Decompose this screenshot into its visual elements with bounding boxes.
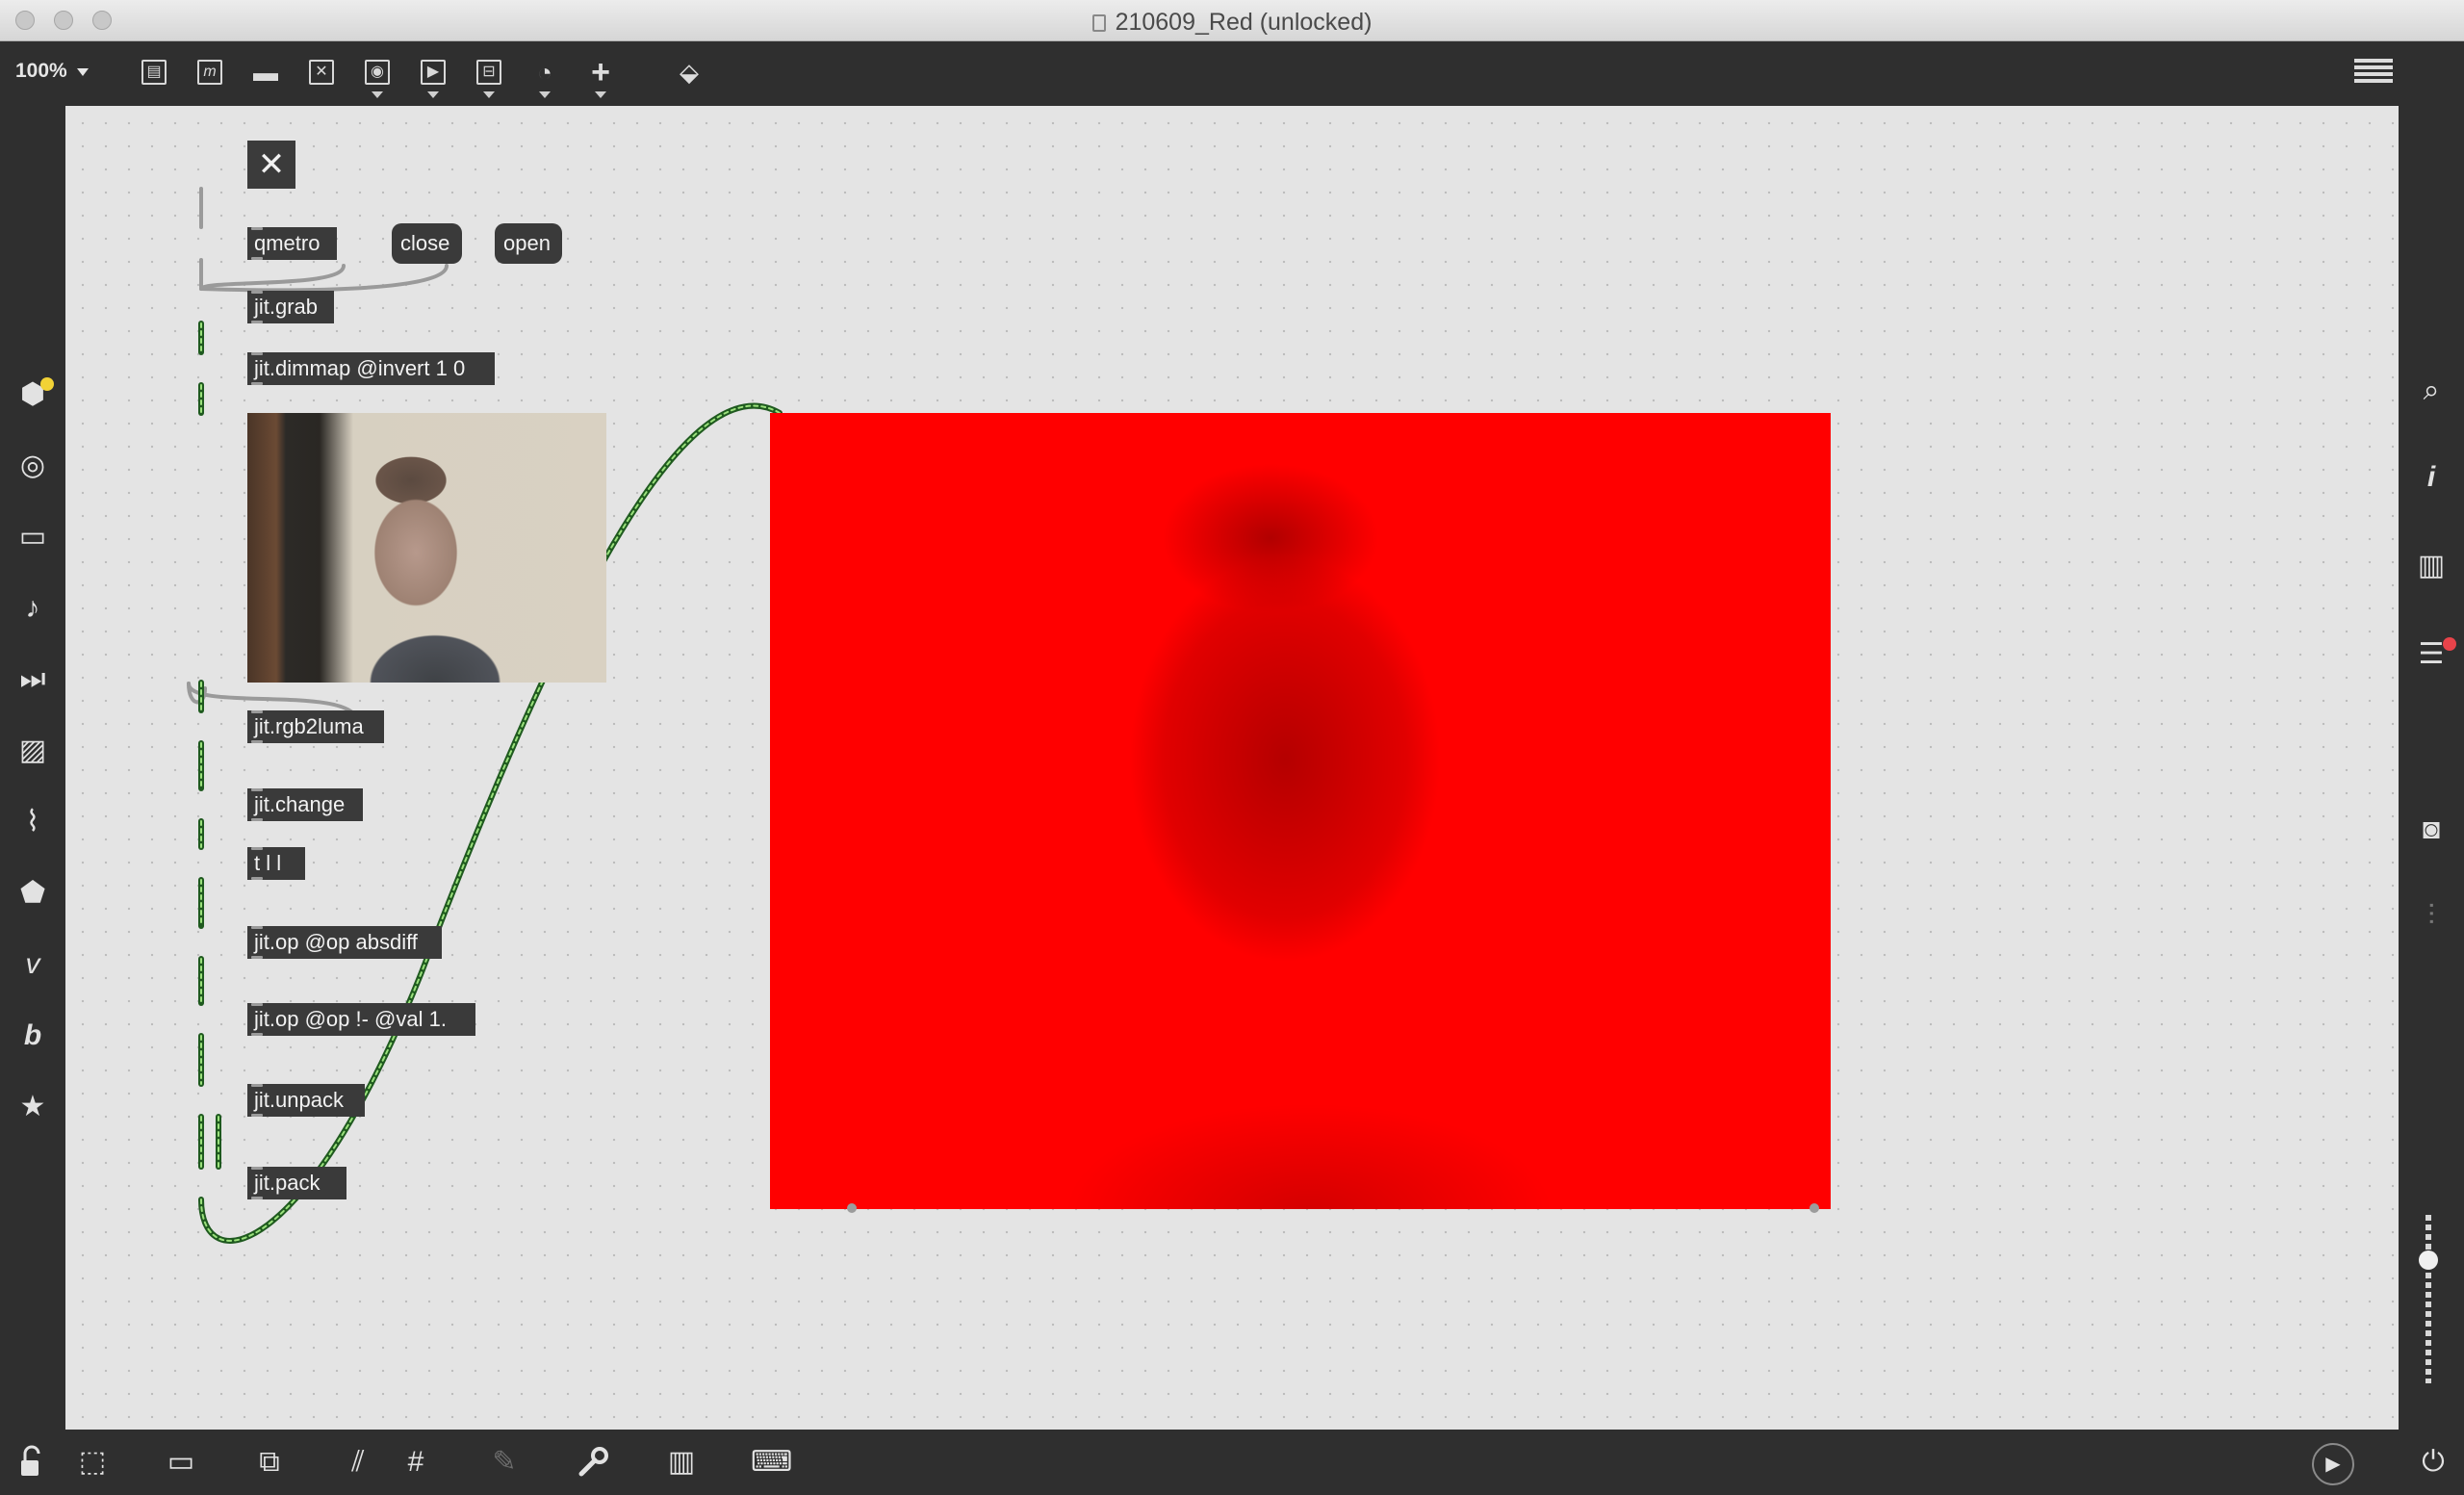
paint-bucket-icon[interactable]: ⬙ xyxy=(672,55,706,90)
dial-icon[interactable]: ◔ xyxy=(527,55,562,90)
power-icon[interactable]: ⏻ xyxy=(2414,1443,2452,1482)
bold-b-icon[interactable]: b xyxy=(13,1017,52,1055)
camera-icon[interactable]: ◙ xyxy=(2412,811,2451,849)
bottom-toolbar: ⬚ ▭ ⧉ ⫽ # ✎ ▥ ⌨ ▶ ⏻ xyxy=(0,1430,2464,1495)
jit-unpack-object[interactable]: jit.unpack xyxy=(247,1084,365,1117)
layers-icon[interactable]: ⧉ xyxy=(250,1443,289,1482)
resize-handle[interactable] xyxy=(1810,1203,1819,1213)
left-sidebar: ⬢ ◎ ▭ ♪ ⏭ ▨ ⌇ ⬟ v b ★ xyxy=(0,106,65,1430)
dial-caret-icon[interactable] xyxy=(539,91,551,98)
image-icon[interactable]: ▨ xyxy=(13,732,52,770)
toggle-caret-icon[interactable] xyxy=(372,91,383,98)
step-forward-icon[interactable]: ⏭ xyxy=(13,660,52,699)
volume-slider[interactable] xyxy=(2416,1215,2441,1383)
document-icon xyxy=(1091,14,1106,32)
add-icon[interactable]: + xyxy=(583,55,618,90)
number-icon[interactable]: ▶ xyxy=(416,55,450,90)
add-caret-icon[interactable] xyxy=(595,91,606,98)
split-view-icon[interactable]: ▥ xyxy=(2412,547,2451,585)
wrench-icon[interactable] xyxy=(574,1443,612,1482)
zoom-caret-icon[interactable] xyxy=(77,68,89,76)
media-icon[interactable]: ▭ xyxy=(13,518,52,556)
presentation-icon[interactable]: ▭ xyxy=(162,1443,200,1482)
vimeo-icon[interactable]: v xyxy=(13,945,52,984)
webcam-preview xyxy=(247,413,606,683)
target-icon[interactable]: ◎ xyxy=(13,447,52,485)
comment-icon[interactable]: ▬ xyxy=(248,55,283,90)
zoom-level[interactable]: 100% xyxy=(15,60,67,83)
jit-change-object[interactable]: jit.change xyxy=(247,788,363,821)
piano-icon[interactable]: ▥ xyxy=(662,1443,701,1482)
jit-op-invert-object[interactable]: jit.op @op !- @val 1. xyxy=(247,1003,475,1036)
lock-icon[interactable] xyxy=(13,1443,52,1482)
qmetro-object[interactable]: qmetro xyxy=(247,227,337,260)
grid-view-icon[interactable] xyxy=(2352,55,2395,90)
play-icon[interactable]: ▶ xyxy=(2312,1443,2354,1485)
trigger-object[interactable]: t l l xyxy=(247,847,305,880)
grid-icon[interactable]: # xyxy=(397,1443,435,1482)
toggle-icon[interactable]: ◉ xyxy=(360,55,395,90)
toggle[interactable]: ✕ xyxy=(247,141,295,189)
volume-knob[interactable] xyxy=(2419,1250,2438,1270)
keyboard-icon[interactable]: ⌨ xyxy=(751,1443,792,1482)
object-icon[interactable]: ▤ xyxy=(137,55,171,90)
plugin-icon[interactable]: ⬟ xyxy=(13,874,52,913)
jit-op-absdiff-object[interactable]: jit.op @op absdiff xyxy=(247,926,442,959)
jit-pwindow-output[interactable] xyxy=(770,413,1831,1209)
number-caret-icon[interactable] xyxy=(427,91,439,98)
open-message[interactable]: open xyxy=(495,223,562,264)
resize-handle[interactable] xyxy=(847,1203,857,1213)
mixer-icon[interactable]: ⫶ xyxy=(2412,897,2451,936)
jit-rgb2luma-object[interactable]: jit.rgb2luma xyxy=(247,710,384,743)
message-icon[interactable]: m xyxy=(192,55,227,90)
jit-pack-object[interactable]: jit.pack xyxy=(247,1167,346,1199)
slider-caret-icon[interactable] xyxy=(483,91,495,98)
close-message[interactable]: close xyxy=(392,223,462,264)
notification-dot xyxy=(40,377,54,391)
bang-icon[interactable]: ✕ xyxy=(304,55,339,90)
title-bar: 210609_Red (unlocked) xyxy=(0,0,2464,41)
alert-dot xyxy=(2443,637,2456,651)
align-icon[interactable]: ⫽ xyxy=(339,1443,377,1482)
window-title-text: 210609_Red (unlocked) xyxy=(1115,9,1373,36)
snap-icon[interactable]: ✎ xyxy=(485,1443,524,1482)
paperclip-icon[interactable]: ⌇ xyxy=(13,803,52,841)
slider-icon[interactable]: ⊟ xyxy=(472,55,506,90)
music-note-icon[interactable]: ♪ xyxy=(13,589,52,628)
jit-dimmap-object[interactable]: jit.dimmap @invert 1 0 xyxy=(247,352,495,385)
presentation-edit-icon[interactable]: ⬚ xyxy=(73,1443,112,1482)
toolbar: 100% ▤ m ▬ ✕ ◉ ▶ ⊟ ◔ + ⬙ xyxy=(0,41,2464,106)
search-icon[interactable]: ⌕ xyxy=(2412,372,2451,410)
jit-grab-object[interactable]: jit.grab xyxy=(247,291,334,323)
patcher-canvas[interactable]: ✕ qmetro close open jit.grab jit.dimmap … xyxy=(65,106,2399,1430)
window-title: 210609_Red (unlocked) xyxy=(0,9,2464,37)
volume-track xyxy=(2426,1215,2431,1383)
star-icon[interactable]: ★ xyxy=(13,1088,52,1126)
info-icon[interactable]: i xyxy=(2412,458,2451,497)
